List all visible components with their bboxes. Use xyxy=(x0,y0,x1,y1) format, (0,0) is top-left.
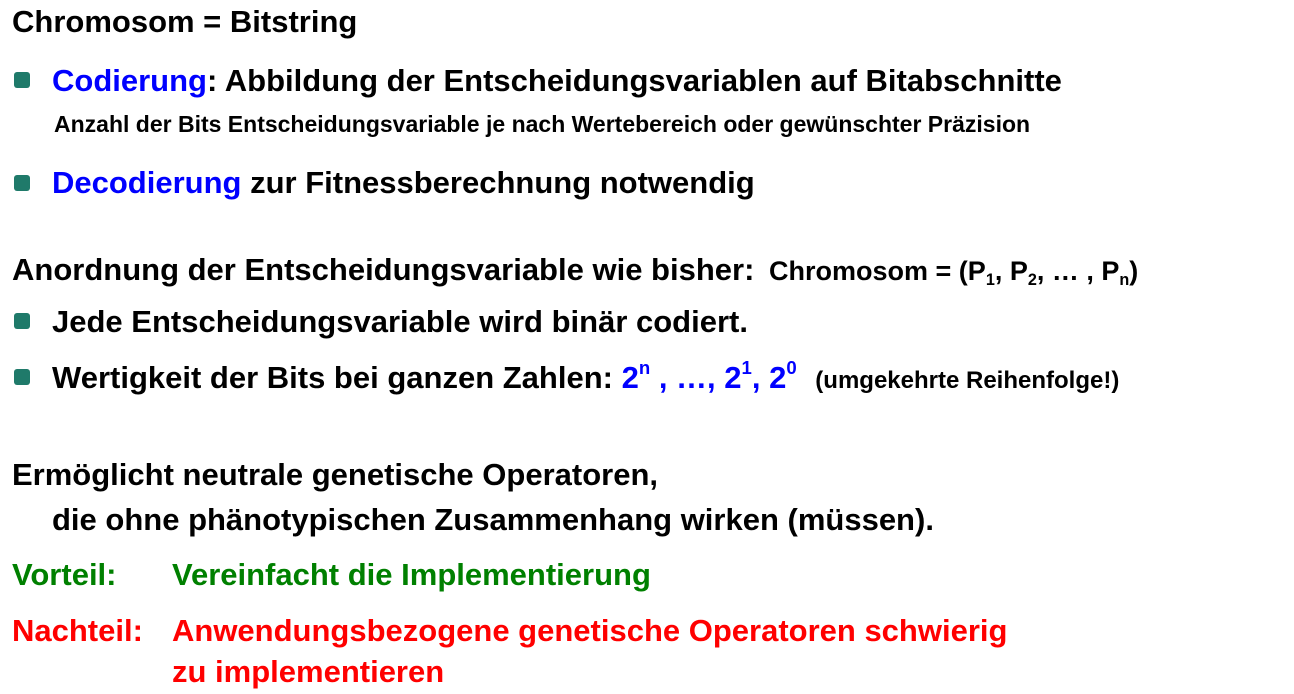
codierung-desc: : Abbildung der Entscheidungsvariablen a… xyxy=(207,63,1062,98)
power-mid: , …, 2 xyxy=(650,360,742,395)
para-neutrale-operatoren-2: die ohne phänotypischen Zusammenhang wir… xyxy=(52,504,934,535)
bullet-marker-icon xyxy=(14,72,30,88)
wertigkeit-powers: 2n , …, 21, 20 xyxy=(621,357,797,395)
para1-line1-text: Ermöglicht neutrale genetische Operatore… xyxy=(12,457,658,492)
binaer-text: Jede Entscheidungsvariable wird binär co… xyxy=(52,304,748,339)
para1-line2-text: die ohne phänotypischen Zusammenhang wir… xyxy=(52,502,934,537)
vorteil-row: Vorteil: Vereinfacht die Implementierung xyxy=(12,559,651,590)
formula-sep-1: , P xyxy=(994,256,1028,286)
bullet-marker-icon xyxy=(14,313,30,329)
bullet-marker-icon xyxy=(14,369,30,385)
power-mid2: , 2 xyxy=(751,360,787,395)
decodierung-desc: zur Fitnessberechnung notwendig xyxy=(241,165,755,200)
anordnung-text: Anordnung der Entscheidungsvariable wie … xyxy=(12,252,755,287)
formula-sub-1: 1 xyxy=(985,270,995,289)
bullet-codierung: Codierung: Abbildung der Entscheidungsva… xyxy=(52,65,1062,96)
bullet-wertigkeit: Wertigkeit der Bits bei ganzen Zahlen: 2… xyxy=(52,357,1120,395)
nachteil-row-2: zu implementieren xyxy=(172,656,444,687)
formula-sub-2: 2 xyxy=(1027,270,1037,289)
bullet-decodierung: Decodierung zur Fitnessberechnung notwen… xyxy=(52,167,755,198)
formula-sub-n: n xyxy=(1119,270,1130,289)
formula-prefix: Chromosom = (P xyxy=(769,256,986,286)
nachteil-row: Nachteil: Anwendungsbezogene genetische O… xyxy=(12,615,1007,646)
power-exp-n: n xyxy=(638,357,651,379)
para-neutrale-operatoren-1: Ermöglicht neutrale genetische Operatore… xyxy=(12,459,658,490)
vorteil-label: Vorteil: xyxy=(12,557,117,592)
heading-chromosom: Chromosom = Bitstring xyxy=(12,6,357,37)
heading-chromosom-text: Chromosom = Bitstring xyxy=(12,4,358,39)
wertigkeit-text: Wertigkeit der Bits bei ganzen Zahlen: xyxy=(52,360,622,395)
term-decodierung: Decodierung xyxy=(52,165,242,200)
nachteil-label: Nachteil: xyxy=(12,613,143,648)
power-exp-0: 0 xyxy=(786,357,797,379)
formula-close: ) xyxy=(1129,256,1139,286)
vorteil-text: Vereinfacht die Implementierung xyxy=(172,557,651,592)
term-codierung: Codierung xyxy=(52,63,207,98)
nachteil-text-2: zu implementieren xyxy=(172,654,445,689)
heading-anordnung: Anordnung der Entscheidungsvariable wie … xyxy=(12,252,1139,289)
power-base-1: 2 xyxy=(621,360,639,395)
bullet-binaer: Jede Entscheidungsvariable wird binär co… xyxy=(52,306,748,337)
power-exp-1: 1 xyxy=(741,357,752,379)
codierung-subline: Anzahl der Bits Entscheidungsvariable je… xyxy=(54,113,1030,136)
wertigkeit-note: (umgekehrte Reihenfolge!) xyxy=(815,367,1120,394)
chromosom-formula: Chromosom = (P1, P2, … , Pn) xyxy=(769,256,1139,289)
formula-sep-2: , … , P xyxy=(1036,256,1120,286)
bullet-marker-icon xyxy=(14,175,30,191)
nachteil-text-1: Anwendungsbezogene genetische Operatoren… xyxy=(172,613,1008,648)
codierung-subline-text: Anzahl der Bits Entscheidungsvariable je… xyxy=(54,111,1031,137)
